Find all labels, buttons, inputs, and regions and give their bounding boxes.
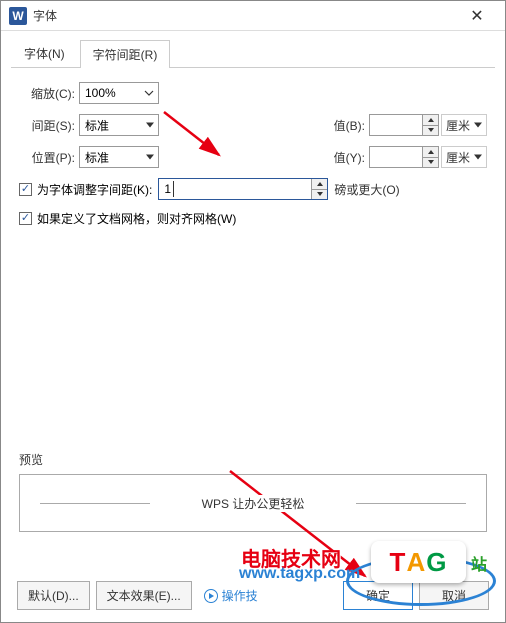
scale-combo[interactable]: 100% (79, 82, 159, 104)
valY-spin-up[interactable] (423, 147, 438, 158)
caret-down-icon (474, 155, 482, 160)
grid-label: 如果定义了文档网格，则对齐网格(W) (37, 210, 236, 227)
spacing-label: 间距(S): (19, 117, 75, 134)
row-scale: 缩放(C): 100% (19, 82, 487, 104)
titlebar: W 字体 ✕ (1, 1, 505, 31)
triangle-up-icon (428, 150, 434, 154)
spacing-combo[interactable]: 标准 (79, 114, 159, 136)
caret-down-icon (146, 155, 154, 160)
valY-spinner[interactable] (369, 146, 439, 168)
scale-label: 缩放(C): (19, 85, 75, 102)
valB-spin-buttons[interactable] (422, 115, 438, 135)
watermark-url: www.tagxp.com (239, 565, 360, 583)
kerning-value: 1 (164, 182, 171, 196)
valB-spin-up[interactable] (423, 115, 438, 126)
unitY-value: 厘米 (446, 149, 470, 166)
kerning-trail-label: 磅或更大(O) (334, 181, 399, 198)
position-value-group: 值(Y): 厘米 (334, 146, 487, 168)
dialog-content: 字体(N) 字符间距(R) 缩放(C): 100% 间距(S): 标准 (1, 31, 505, 245)
row-kerning: ✓ 为字体调整字间距(K): 1 磅或更大(O) (19, 178, 487, 200)
position-label: 位置(P): (19, 149, 75, 166)
tips-link[interactable]: 操作技 (204, 587, 258, 604)
kerning-checkbox[interactable]: ✓ (19, 183, 32, 196)
valY-spin-buttons[interactable] (422, 147, 438, 167)
spacing-value-group: 值(B): 厘米 (334, 114, 487, 136)
triangle-down-icon (428, 160, 434, 164)
tips-label: 操作技 (222, 587, 258, 604)
chevron-down-icon (144, 90, 154, 98)
tag-badge: T A G (371, 541, 466, 583)
valB-spin-down[interactable] (423, 126, 438, 136)
tab-bar: 字体(N) 字符间距(R) (11, 39, 495, 68)
preview-text: WPS 让办公更轻松 (188, 495, 319, 512)
preview-box: WPS 让办公更轻松 (19, 474, 487, 532)
caret-down-icon (474, 123, 482, 128)
tag-extra-text: 站 (471, 551, 487, 575)
tab-font[interactable]: 字体(N) (11, 39, 78, 67)
triangle-up-icon (317, 182, 323, 186)
grid-checkbox[interactable]: ✓ (19, 212, 32, 225)
valY-spin-down[interactable] (423, 158, 438, 168)
kerning-spinner[interactable]: 1 (158, 178, 328, 200)
app-icon: W (9, 7, 27, 25)
position-value: 标准 (85, 149, 109, 166)
kerning-spin-down[interactable] (312, 190, 327, 200)
kerning-label: 为字体调整字间距(K): (37, 181, 152, 198)
close-icon: ✕ (470, 6, 483, 26)
row-position: 位置(P): 标准 值(Y): 厘米 (19, 146, 487, 168)
preview-section: 预览 WPS 让办公更轻松 (19, 451, 487, 532)
kerning-spin-buttons[interactable] (311, 179, 327, 199)
row-spacing: 间距(S): 标准 值(B): 厘米 (19, 114, 487, 136)
font-dialog: W 字体 ✕ 字体(N) 字符间距(R) 缩放(C): 100% 间距(S): (0, 0, 506, 623)
default-button[interactable]: 默认(D)... (17, 581, 90, 610)
text-effects-button[interactable]: 文本效果(E)... (96, 581, 192, 610)
valB-spinner[interactable] (369, 114, 439, 136)
triangle-up-icon (428, 118, 434, 122)
tag-letter-t: T (390, 547, 407, 578)
tag-letter-g: G (426, 547, 447, 578)
spacing-value: 标准 (85, 117, 109, 134)
valB-label: 值(B): (334, 117, 365, 134)
triangle-down-icon (428, 128, 434, 132)
window-title: 字体 (33, 7, 457, 24)
unitY-dropdown[interactable]: 厘米 (441, 146, 487, 168)
preview-title: 预览 (19, 451, 487, 468)
caret-down-icon (146, 123, 154, 128)
unitB-dropdown[interactable]: 厘米 (441, 114, 487, 136)
position-combo[interactable]: 标准 (79, 146, 159, 168)
tab-body: 缩放(C): 100% 间距(S): 标准 值(B): (11, 68, 495, 245)
row-grid: ✓ 如果定义了文档网格，则对齐网格(W) (19, 210, 487, 227)
unitB-value: 厘米 (446, 117, 470, 134)
tag-letter-a: A (406, 547, 426, 578)
play-icon (204, 589, 218, 603)
scale-value: 100% (85, 86, 116, 100)
text-cursor (173, 181, 174, 197)
valY-label: 值(Y): (334, 149, 365, 166)
tab-char-spacing[interactable]: 字符间距(R) (80, 40, 171, 68)
kerning-spin-up[interactable] (312, 179, 327, 190)
triangle-down-icon (317, 192, 323, 196)
close-button[interactable]: ✕ (457, 2, 497, 30)
